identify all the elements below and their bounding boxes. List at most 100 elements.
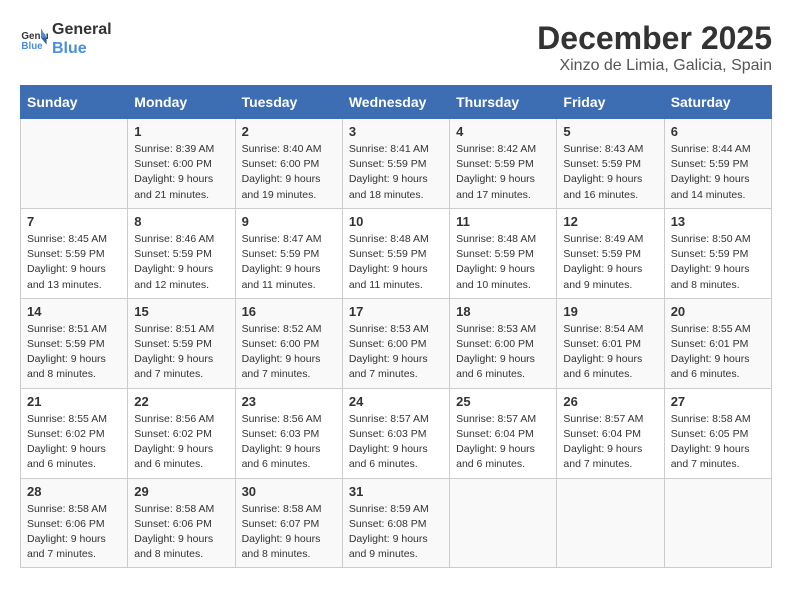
- day-number: 11: [456, 214, 550, 229]
- day-number: 10: [349, 214, 443, 229]
- day-cell: 14 Sunrise: 8:51 AM Sunset: 5:59 PM Dayli…: [21, 298, 128, 388]
- day-cell: 26 Sunrise: 8:57 AM Sunset: 6:04 PM Dayli…: [557, 388, 664, 478]
- day-info: Sunrise: 8:51 AM Sunset: 5:59 PM Dayligh…: [27, 322, 121, 383]
- day-number: 31: [349, 484, 443, 499]
- header-thursday: Thursday: [450, 86, 557, 119]
- day-cell: 21Sunrise: 8:55 AM Sunset: 6:02 PM Dayli…: [21, 388, 128, 478]
- day-info: Sunrise: 8:42 AM Sunset: 5:59 PM Dayligh…: [456, 142, 550, 203]
- day-number: 29: [134, 484, 228, 499]
- header: General Blue General Blue December 2025 …: [20, 20, 772, 75]
- day-number: 1: [134, 124, 228, 139]
- day-number: 2: [242, 124, 336, 139]
- day-cell: 28 Sunrise: 8:58 AM Sunset: 6:06 PM Dayli…: [21, 478, 128, 568]
- day-cell: 4 Sunrise: 8:42 AM Sunset: 5:59 PM Daylig…: [450, 119, 557, 209]
- day-cell: [450, 478, 557, 568]
- day-info: Sunrise: 8:51 AM Sunset: 5:59 PM Dayligh…: [134, 322, 228, 383]
- day-info: Sunrise: 8:57 AM Sunset: 6:03 PM Dayligh…: [349, 412, 443, 473]
- header-wednesday: Wednesday: [342, 86, 449, 119]
- day-info: Sunrise: 8:59 AM Sunset: 6:08 PM Dayligh…: [349, 502, 443, 563]
- day-number: 20: [671, 304, 765, 319]
- day-number: 28: [27, 484, 121, 499]
- day-cell: 31 Sunrise: 8:59 AM Sunset: 6:08 PM Dayli…: [342, 478, 449, 568]
- day-number: 21: [27, 394, 121, 409]
- day-info: Sunrise: 8:57 AM Sunset: 6:04 PM Dayligh…: [456, 412, 550, 473]
- day-info: Sunrise: 8:56 AM Sunset: 6:02 PM Dayligh…: [134, 412, 228, 473]
- day-number: 26: [563, 394, 657, 409]
- day-number: 3: [349, 124, 443, 139]
- day-info: Sunrise: 8:55 AM Sunset: 6:01 PM Dayligh…: [671, 322, 765, 383]
- day-number: 13: [671, 214, 765, 229]
- calendar-header-row: SundayMondayTuesdayWednesdayThursdayFrid…: [21, 86, 772, 119]
- day-info: Sunrise: 8:44 AM Sunset: 5:59 PM Dayligh…: [671, 142, 765, 203]
- day-cell: [21, 119, 128, 209]
- day-info: Sunrise: 8:50 AM Sunset: 5:59 PM Dayligh…: [671, 232, 765, 293]
- day-info: Sunrise: 8:58 AM Sunset: 6:06 PM Dayligh…: [27, 502, 121, 563]
- day-number: 5: [563, 124, 657, 139]
- day-number: 9: [242, 214, 336, 229]
- location-title: Xinzo de Limia, Galicia, Spain: [537, 57, 772, 75]
- week-row-4: 21Sunrise: 8:55 AM Sunset: 6:02 PM Dayli…: [21, 388, 772, 478]
- day-info: Sunrise: 8:58 AM Sunset: 6:06 PM Dayligh…: [134, 502, 228, 563]
- day-info: Sunrise: 8:52 AM Sunset: 6:00 PM Dayligh…: [242, 322, 336, 383]
- day-info: Sunrise: 8:48 AM Sunset: 5:59 PM Dayligh…: [456, 232, 550, 293]
- day-cell: 5 Sunrise: 8:43 AM Sunset: 5:59 PM Daylig…: [557, 119, 664, 209]
- day-info: Sunrise: 8:58 AM Sunset: 6:05 PM Dayligh…: [671, 412, 765, 473]
- week-row-1: 1 Sunrise: 8:39 AM Sunset: 6:00 PM Daylig…: [21, 119, 772, 209]
- day-number: 18: [456, 304, 550, 319]
- logo-general: General: [52, 20, 112, 39]
- day-cell: [664, 478, 771, 568]
- day-cell: 27 Sunrise: 8:58 AM Sunset: 6:05 PM Dayli…: [664, 388, 771, 478]
- day-cell: 30 Sunrise: 8:58 AM Sunset: 6:07 PM Dayli…: [235, 478, 342, 568]
- header-monday: Monday: [128, 86, 235, 119]
- day-number: 12: [563, 214, 657, 229]
- day-number: 17: [349, 304, 443, 319]
- day-cell: 29 Sunrise: 8:58 AM Sunset: 6:06 PM Dayli…: [128, 478, 235, 568]
- day-number: 14: [27, 304, 121, 319]
- day-number: 25: [456, 394, 550, 409]
- day-info: Sunrise: 8:46 AM Sunset: 5:59 PM Dayligh…: [134, 232, 228, 293]
- day-number: 30: [242, 484, 336, 499]
- week-row-2: 7 Sunrise: 8:45 AM Sunset: 5:59 PM Daylig…: [21, 208, 772, 298]
- day-number: 22: [134, 394, 228, 409]
- day-cell: [557, 478, 664, 568]
- day-number: 7: [27, 214, 121, 229]
- day-info: Sunrise: 8:58 AM Sunset: 6:07 PM Dayligh…: [242, 502, 336, 563]
- header-friday: Friday: [557, 86, 664, 119]
- day-info: Sunrise: 8:40 AM Sunset: 6:00 PM Dayligh…: [242, 142, 336, 203]
- day-info: Sunrise: 8:45 AM Sunset: 5:59 PM Dayligh…: [27, 232, 121, 293]
- title-section: December 2025 Xinzo de Limia, Galicia, S…: [537, 20, 772, 75]
- day-cell: 17Sunrise: 8:53 AM Sunset: 6:00 PM Dayli…: [342, 298, 449, 388]
- day-cell: 24Sunrise: 8:57 AM Sunset: 6:03 PM Dayli…: [342, 388, 449, 478]
- day-cell: 15Sunrise: 8:51 AM Sunset: 5:59 PM Dayli…: [128, 298, 235, 388]
- week-row-3: 14 Sunrise: 8:51 AM Sunset: 5:59 PM Dayli…: [21, 298, 772, 388]
- day-cell: 23 Sunrise: 8:56 AM Sunset: 6:03 PM Dayli…: [235, 388, 342, 478]
- day-number: 23: [242, 394, 336, 409]
- day-cell: 8 Sunrise: 8:46 AM Sunset: 5:59 PM Daylig…: [128, 208, 235, 298]
- day-number: 4: [456, 124, 550, 139]
- day-info: Sunrise: 8:39 AM Sunset: 6:00 PM Dayligh…: [134, 142, 228, 203]
- day-info: Sunrise: 8:47 AM Sunset: 5:59 PM Dayligh…: [242, 232, 336, 293]
- logo-icon: General Blue: [20, 25, 48, 53]
- day-cell: 13 Sunrise: 8:50 AM Sunset: 5:59 PM Dayli…: [664, 208, 771, 298]
- day-number: 6: [671, 124, 765, 139]
- day-cell: 16Sunrise: 8:52 AM Sunset: 6:00 PM Dayli…: [235, 298, 342, 388]
- day-cell: 6 Sunrise: 8:44 AM Sunset: 5:59 PM Daylig…: [664, 119, 771, 209]
- header-tuesday: Tuesday: [235, 86, 342, 119]
- logo: General Blue General Blue: [20, 20, 112, 58]
- day-number: 8: [134, 214, 228, 229]
- day-cell: 19Sunrise: 8:54 AM Sunset: 6:01 PM Dayli…: [557, 298, 664, 388]
- day-info: Sunrise: 8:56 AM Sunset: 6:03 PM Dayligh…: [242, 412, 336, 473]
- day-info: Sunrise: 8:43 AM Sunset: 5:59 PM Dayligh…: [563, 142, 657, 203]
- day-cell: 11 Sunrise: 8:48 AM Sunset: 5:59 PM Dayli…: [450, 208, 557, 298]
- day-cell: 1 Sunrise: 8:39 AM Sunset: 6:00 PM Daylig…: [128, 119, 235, 209]
- day-cell: 18Sunrise: 8:53 AM Sunset: 6:00 PM Dayli…: [450, 298, 557, 388]
- day-cell: 10 Sunrise: 8:48 AM Sunset: 5:59 PM Dayli…: [342, 208, 449, 298]
- page-container: General Blue General Blue December 2025 …: [20, 20, 772, 568]
- day-number: 27: [671, 394, 765, 409]
- day-info: Sunrise: 8:48 AM Sunset: 5:59 PM Dayligh…: [349, 232, 443, 293]
- day-info: Sunrise: 8:57 AM Sunset: 6:04 PM Dayligh…: [563, 412, 657, 473]
- day-cell: 22 Sunrise: 8:56 AM Sunset: 6:02 PM Dayli…: [128, 388, 235, 478]
- day-info: Sunrise: 8:49 AM Sunset: 5:59 PM Dayligh…: [563, 232, 657, 293]
- day-number: 19: [563, 304, 657, 319]
- day-info: Sunrise: 8:41 AM Sunset: 5:59 PM Dayligh…: [349, 142, 443, 203]
